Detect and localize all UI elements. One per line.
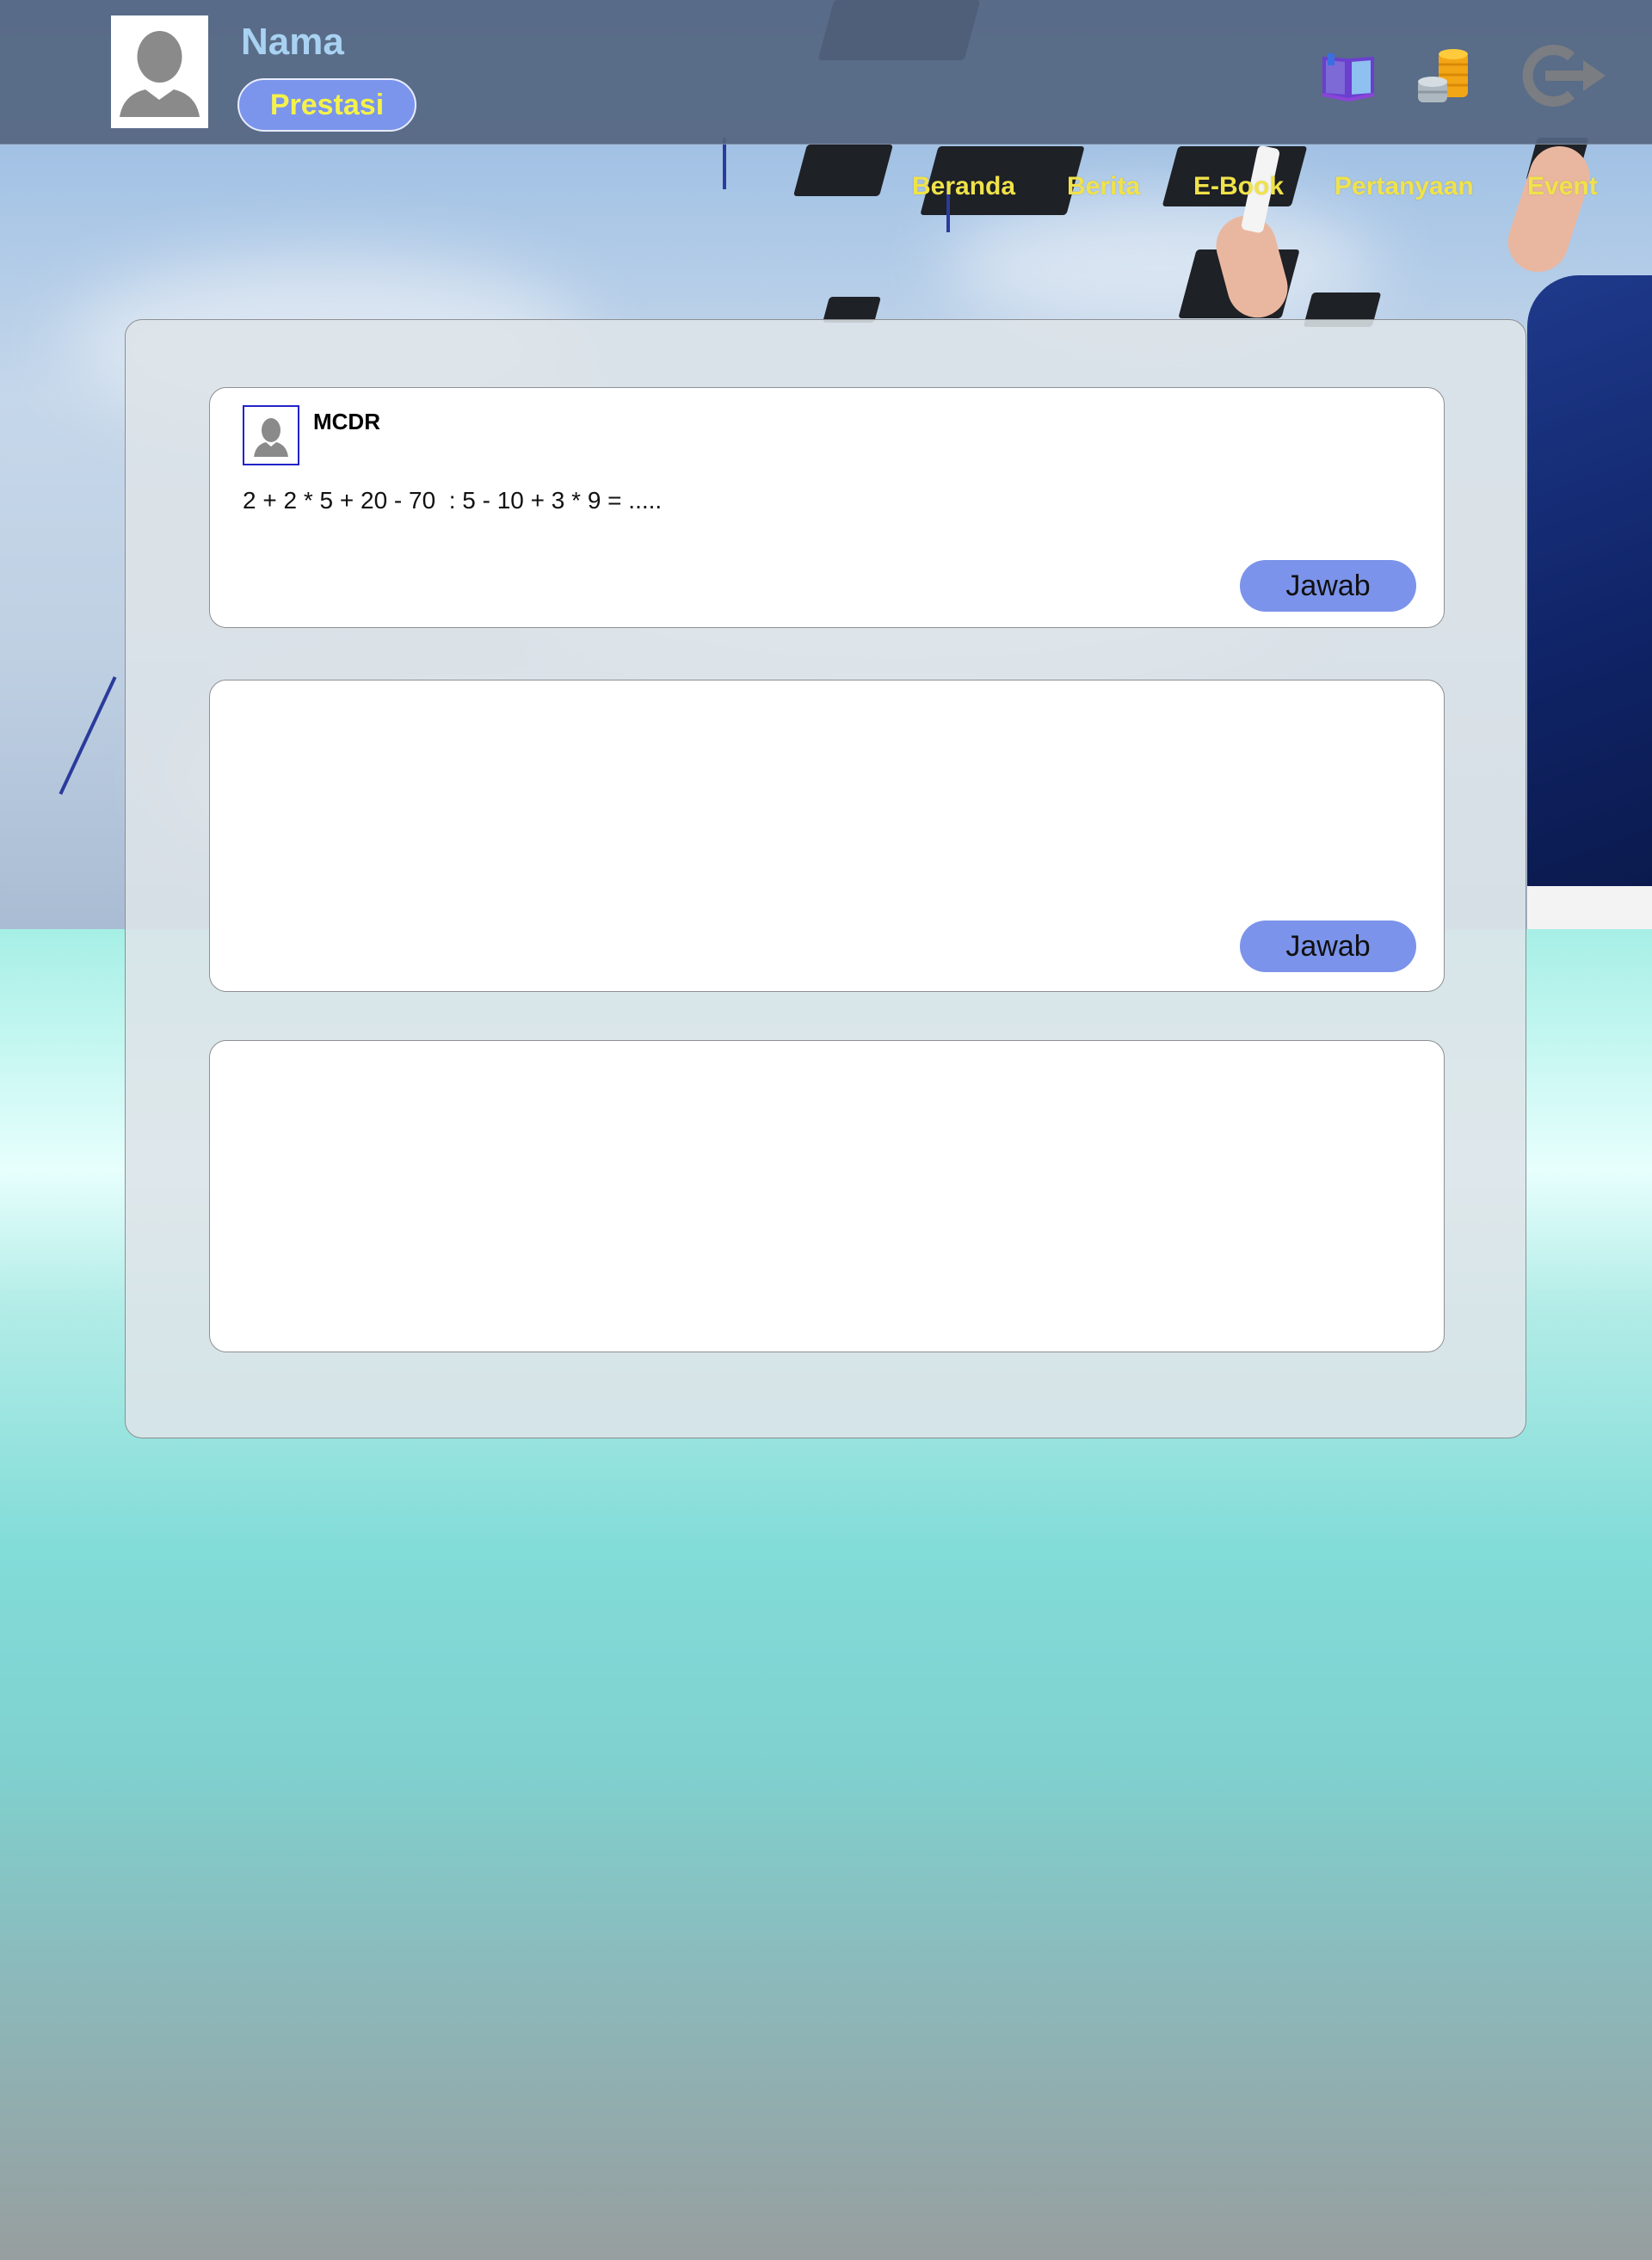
question-author-avatar [243,405,299,465]
question-card: Jawab [209,680,1445,992]
coins-icon[interactable] [1416,47,1473,106]
user-name: Nama [241,21,344,63]
question-text: 2 + 2 * 5 + 20 - 70 : 5 - 10 + 3 * 9 = .… [243,487,663,514]
jawab-button[interactable]: Jawab [1240,921,1416,972]
question-author: MCDR [313,409,380,434]
nav-berita[interactable]: Berita [1067,172,1140,201]
prestasi-button[interactable]: Prestasi [237,78,416,132]
top-header: Nama Prestasi [0,0,1652,145]
nav-event[interactable]: Event [1527,172,1598,201]
user-silhouette-icon [120,31,200,117]
jawab-button[interactable]: Jawab [1240,560,1416,612]
nav-pertanyaan[interactable]: Pertanyaan [1335,172,1474,201]
question-card: MCDR 2 + 2 * 5 + 20 - 70 : 5 - 10 + 3 * … [209,387,1445,628]
book-icon[interactable] [1321,52,1376,102]
profile-avatar[interactable] [111,15,208,128]
nav-beranda[interactable]: Beranda [912,172,1015,201]
logout-icon[interactable] [1519,45,1609,107]
questions-panel: MCDR 2 + 2 * 5 + 20 - 70 : 5 - 10 + 3 * … [125,319,1526,1438]
nav-ebook[interactable]: E-Book [1193,172,1284,201]
user-silhouette-icon [254,418,288,457]
question-card [209,1040,1445,1352]
